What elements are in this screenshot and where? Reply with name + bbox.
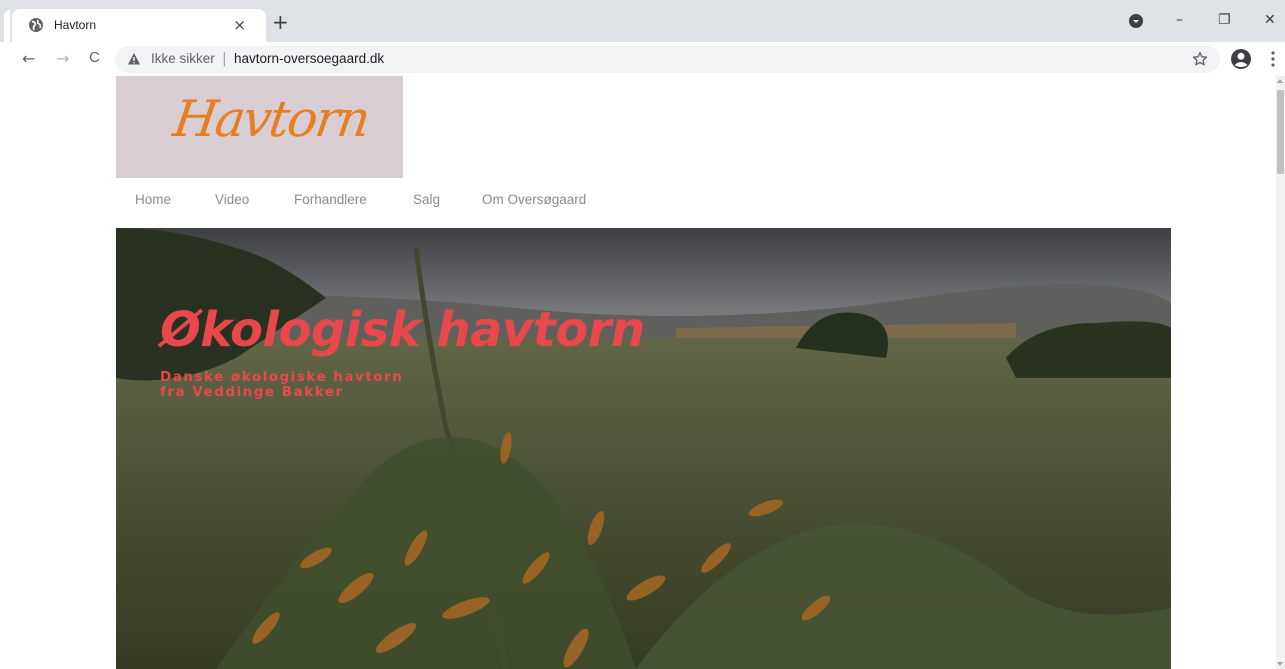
hero-title: Økologisk havtorn — [160, 302, 645, 358]
site-logo[interactable]: Havtorn — [116, 76, 403, 178]
forward-button[interactable]: → — [56, 49, 69, 68]
address-separator: | — [222, 51, 227, 67]
new-tab-button[interactable]: + — [272, 12, 289, 32]
url-text[interactable]: havtorn-oversoegaard.dk — [234, 51, 384, 66]
hero-subtitle-line1: Danske økologiske havtorn — [160, 369, 404, 385]
tab-title: Havtorn — [54, 18, 97, 32]
browser-toolbar: ← → C Ikke sikker | havtorn-oversoegaard… — [0, 42, 1285, 76]
globe-icon — [29, 18, 43, 32]
bookmark-star-icon[interactable] — [1192, 51, 1208, 67]
security-label[interactable]: Ikke sikker — [151, 51, 215, 66]
hero-subtitle-line2: fra Veddinge Bakker — [160, 384, 344, 400]
page-viewport: Havtorn Home Video Forhandlere Salg Om O… — [0, 76, 1285, 669]
logo-text: Havtorn — [169, 90, 373, 148]
scroll-thumb[interactable] — [1277, 90, 1284, 174]
nav-link-home[interactable]: Home — [135, 192, 171, 207]
tab-strip: Havtorn × + – ❐ ✕ — [0, 0, 1285, 42]
nav-link-om-oversoegaard[interactable]: Om Oversøgaard — [482, 192, 586, 207]
scroll-down-arrow-icon[interactable] — [1277, 662, 1283, 666]
profile-avatar-icon[interactable] — [1230, 48, 1252, 70]
scroll-up-arrow-icon[interactable] — [1277, 79, 1283, 83]
nav-link-forhandlere[interactable]: Forhandlere — [294, 192, 367, 207]
warning-icon[interactable] — [127, 52, 141, 66]
back-button[interactable]: ← — [22, 49, 35, 68]
address-bar[interactable]: Ikke sikker | havtorn-oversoegaard.dk — [115, 46, 1220, 73]
browser-tab[interactable]: Havtorn × — [12, 9, 266, 42]
hero-landscape-image — [116, 228, 1171, 669]
reload-button[interactable]: C — [89, 49, 100, 66]
page-scrollbar[interactable] — [1276, 76, 1285, 669]
menu-kebab-icon[interactable] — [1266, 50, 1280, 68]
restore-button[interactable]: ❐ — [1218, 12, 1231, 28]
tab-close-icon[interactable]: × — [233, 16, 246, 34]
tab-edge — [4, 10, 10, 42]
hero-banner: Økologisk havtorn Danske økologiske havt… — [116, 228, 1171, 669]
hero-subtitle: Danske økologiske havtorn fra Veddinge B… — [160, 370, 403, 400]
nav-link-video[interactable]: Video — [215, 192, 249, 207]
close-window-button[interactable]: ✕ — [1264, 12, 1276, 28]
minimize-button[interactable]: – — [1176, 12, 1183, 28]
tab-search-icon[interactable] — [1128, 13, 1144, 29]
nav-link-salg[interactable]: Salg — [413, 192, 440, 207]
